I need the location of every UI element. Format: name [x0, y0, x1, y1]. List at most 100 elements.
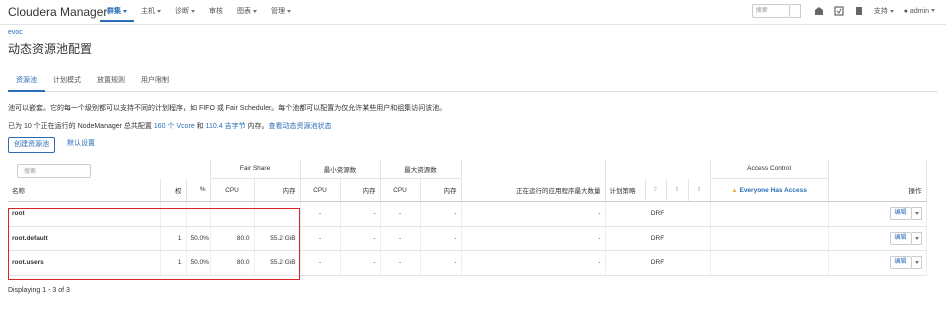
chevron-down-icon: [915, 236, 920, 240]
col-sort-1[interactable]: ⇕: [645, 178, 667, 202]
top-navbar: Cloudera Manager 群集 主机 诊断 审核 图表 管理 搜索 支持…: [0, 0, 946, 25]
sort-icon: ⇕: [696, 187, 702, 194]
nav-clusters[interactable]: 群集: [100, 4, 134, 22]
edit-group: 编辑: [833, 256, 922, 270]
edit-button[interactable]: 编辑: [889, 207, 912, 221]
col-max-cpu[interactable]: CPU: [380, 178, 421, 202]
nav-label: 诊断: [175, 8, 189, 15]
col-percent[interactable]: %: [186, 178, 211, 202]
cell-min-cpu: -: [300, 250, 341, 276]
vcore-link[interactable]: 160 个 Vcore: [154, 123, 195, 130]
edit-dropdown-toggle[interactable]: [911, 231, 922, 245]
nav-hosts[interactable]: 主机: [134, 4, 168, 20]
cell-max-memory: -: [420, 201, 462, 227]
cell-max-cpu: -: [380, 250, 421, 276]
user-menu[interactable]: ● admin: [904, 8, 935, 15]
cell-min-memory: -: [340, 250, 381, 276]
global-search-input[interactable]: 搜索: [751, 4, 790, 18]
nav-label: 审核: [209, 8, 223, 15]
nav-charts[interactable]: 图表: [230, 4, 264, 20]
col-fair-memory[interactable]: 内存: [254, 178, 301, 202]
header-spacer: [461, 159, 606, 179]
cell-min-memory: -: [340, 226, 381, 251]
col-min-memory[interactable]: 内存: [340, 178, 381, 202]
cell-max-cpu: -: [380, 226, 421, 251]
chevron-down-icon: [191, 9, 195, 13]
main-nav: 群集 主机 诊断 审核 图表 管理: [100, 4, 298, 22]
nav-audits[interactable]: 审核: [202, 4, 230, 20]
everyone-access-label: Everyone Has Access: [739, 186, 807, 194]
highlight-annotation-box: [8, 208, 300, 280]
edit-dropdown-toggle[interactable]: [911, 256, 922, 270]
view-pool-status-link[interactable]: 查看动态资源池状态: [269, 123, 332, 130]
fair-share-group-header: Fair Share: [210, 159, 301, 179]
nav-label: 群集: [107, 8, 121, 15]
cell-actions: 编辑: [828, 226, 927, 251]
table-search-input[interactable]: 搜索: [17, 164, 91, 178]
cell-access: [710, 250, 829, 276]
nav-label: 管理: [271, 8, 285, 15]
chevron-down-icon: [287, 9, 291, 13]
chevron-down-icon: [253, 9, 257, 13]
cell-max-memory: -: [420, 226, 462, 251]
col-max-running-apps[interactable]: 正在运行的应用程序最大数量: [461, 178, 606, 202]
capacity-and: 和: [194, 123, 206, 130]
cell-policy: DRF: [605, 250, 711, 276]
col-name[interactable]: 名称: [8, 178, 161, 202]
edit-button[interactable]: 编辑: [889, 256, 912, 270]
cell-access: [710, 226, 829, 251]
user-label: admin: [909, 7, 929, 15]
page-title: 动态资源池配置: [8, 42, 93, 56]
cell-max-apps: -: [461, 226, 606, 251]
tab-bar: 资源池 计划模式 放置规则 用户限制: [8, 71, 938, 92]
parcel-icon[interactable]: [813, 5, 825, 17]
max-resources-group-header: 最大资源数: [380, 159, 462, 179]
chevron-down-icon: [157, 9, 161, 13]
col-actions: 操作: [828, 178, 927, 202]
col-min-cpu[interactable]: CPU: [300, 178, 341, 202]
search-tasks-icon[interactable]: [853, 5, 865, 17]
col-sort-2[interactable]: ⇕: [666, 178, 689, 202]
edit-dropdown-toggle[interactable]: [911, 207, 922, 221]
edit-button[interactable]: 编辑: [889, 231, 912, 245]
cell-actions: 编辑: [828, 250, 927, 276]
pool-description: 池可以嵌套。它的每一个级别都可以支持不同的计划程序，如 FIFO 或 Fair …: [8, 105, 447, 112]
header-spacer: [605, 159, 711, 179]
col-fair-cpu[interactable]: CPU: [210, 178, 255, 202]
top-right-tools: 搜索 支持 ● admin: [751, 4, 940, 18]
default-settings-button[interactable]: 默认设置: [62, 137, 100, 151]
nav-admin[interactable]: 管理: [264, 4, 298, 20]
tab-resource-pools[interactable]: 资源池: [8, 71, 45, 92]
capacity-suffix: 内存。: [245, 123, 269, 130]
running-commands-icon[interactable]: [833, 5, 845, 17]
create-pool-button[interactable]: 创建资源池: [8, 137, 55, 153]
memory-link[interactable]: 110.4 吉字节: [206, 123, 246, 130]
col-max-memory[interactable]: 内存: [420, 178, 462, 202]
nav-diagnostics[interactable]: 诊断: [168, 4, 202, 20]
cell-min-memory: -: [340, 201, 381, 227]
sort-icon: ⇕: [653, 187, 659, 194]
tab-user-limits[interactable]: 用户限制: [133, 71, 177, 90]
cell-policy: DRF: [605, 226, 711, 251]
tab-placement-rules[interactable]: 放置规则: [89, 71, 133, 90]
tab-scheduling-modes[interactable]: 计划模式: [45, 71, 89, 90]
edit-group: 编辑: [833, 207, 922, 221]
breadcrumb[interactable]: evoc: [8, 29, 23, 36]
support-menu[interactable]: 支持: [874, 6, 894, 16]
search-button[interactable]: [789, 4, 801, 18]
cell-access: [710, 201, 829, 227]
cell-min-cpu: -: [300, 201, 341, 227]
cell-policy: DRF: [605, 201, 711, 227]
nav-label: 图表: [237, 8, 251, 15]
col-weight[interactable]: 权: [160, 178, 187, 202]
support-label: 支持: [873, 8, 888, 15]
cell-actions: 编辑: [828, 201, 927, 227]
sort-icon: ⇕: [674, 187, 680, 194]
chevron-down-icon: [123, 9, 127, 13]
chevron-down-icon: [889, 9, 894, 13]
chevron-down-icon: [931, 9, 935, 13]
col-policy[interactable]: 计划策略: [605, 178, 646, 202]
col-sort-3[interactable]: ⇕: [688, 178, 711, 202]
col-everyone-access[interactable]: ▲ Everyone Has Access: [710, 178, 829, 202]
brand-logo[interactable]: Cloudera Manager: [8, 5, 107, 19]
